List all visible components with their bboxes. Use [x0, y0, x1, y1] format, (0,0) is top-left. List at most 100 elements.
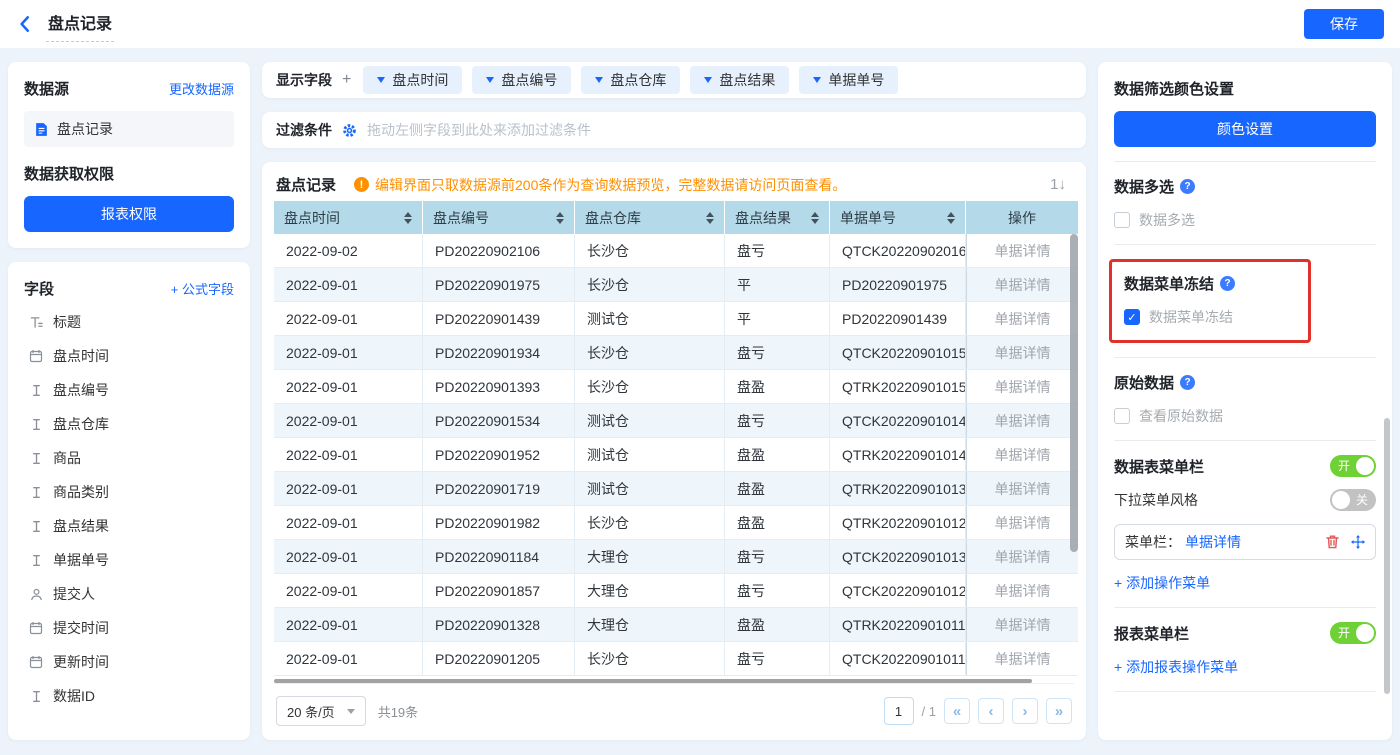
- header-cell-actions[interactable]: 操作: [966, 201, 1078, 234]
- display-field-chip[interactable]: 单据单号: [799, 66, 898, 94]
- table-cell: 测试仓: [575, 302, 725, 335]
- table-cell: PD20220901952: [423, 438, 575, 471]
- row-detail-button[interactable]: 单据详情: [966, 506, 1078, 539]
- row-detail-button[interactable]: 单据详情: [966, 336, 1078, 369]
- row-detail-button[interactable]: 单据详情: [966, 234, 1078, 267]
- row-detail-button[interactable]: 单据详情: [966, 438, 1078, 471]
- add-display-field-button[interactable]: +: [342, 71, 351, 89]
- menu-freeze-checkbox[interactable]: ✓: [1124, 309, 1140, 325]
- first-page-button[interactable]: «: [944, 698, 970, 724]
- row-detail-button[interactable]: 单据详情: [966, 608, 1078, 641]
- header-cell[interactable]: 盘点时间: [274, 201, 423, 234]
- calendar-icon: [28, 349, 44, 363]
- table-menubar-toggle[interactable]: 开: [1330, 455, 1376, 477]
- delete-icon[interactable]: [1326, 535, 1339, 549]
- color-settings-button[interactable]: 颜色设置: [1114, 111, 1376, 147]
- chip-label: 盘点仓库: [610, 70, 666, 90]
- column-label: 盘点结果: [735, 208, 791, 228]
- menu-item-value[interactable]: 单据详情: [1185, 532, 1241, 552]
- sort-icon[interactable]: [947, 212, 955, 224]
- table-row[interactable]: 2022-09-01PD20220901184大理仓盘亏QTCK20220901…: [274, 540, 1078, 574]
- page-number-input[interactable]: 1: [884, 697, 914, 725]
- row-detail-button[interactable]: 单据详情: [966, 302, 1078, 335]
- add-action-menu-link[interactable]: + 添加操作菜单: [1114, 573, 1210, 593]
- table-row[interactable]: 2022-09-01PD20220901205长沙仓盘亏QTCK20220901…: [274, 642, 1078, 676]
- sort-icon[interactable]: [404, 212, 412, 224]
- row-detail-button[interactable]: 单据详情: [966, 642, 1078, 675]
- add-report-action-link[interactable]: + 添加报表操作菜单: [1114, 657, 1238, 677]
- settings-card: 数据筛选颜色设置 颜色设置 数据多选 ? 数据多选 数据菜单冻结 ?: [1098, 62, 1392, 740]
- row-detail-button[interactable]: 单据详情: [966, 404, 1078, 437]
- field-item[interactable]: 盘点仓库: [24, 407, 234, 441]
- next-page-button[interactable]: ›: [1012, 698, 1038, 724]
- back-button[interactable]: [16, 15, 34, 33]
- table-row[interactable]: 2022-09-01PD20220901952测试仓盘盈QTRK20220901…: [274, 438, 1078, 472]
- last-page-button[interactable]: »: [1046, 698, 1072, 724]
- field-item[interactable]: 盘点编号: [24, 373, 234, 407]
- help-icon[interactable]: ?: [1180, 375, 1195, 390]
- raw-data-checkbox[interactable]: [1114, 408, 1130, 424]
- change-datasource-link[interactable]: 更改数据源: [169, 79, 234, 98]
- table-row[interactable]: 2022-09-01PD20220901534测试仓盘亏QTCK20220901…: [274, 404, 1078, 438]
- field-label: 提交时间: [53, 618, 109, 638]
- display-field-chip[interactable]: 盘点仓库: [581, 66, 680, 94]
- help-icon[interactable]: ?: [1220, 276, 1235, 291]
- help-icon[interactable]: ?: [1180, 179, 1195, 194]
- dropdown-style-toggle[interactable]: 关: [1330, 489, 1376, 511]
- table-row[interactable]: 2022-09-01PD20220901393长沙仓盘盈QTRK20220901…: [274, 370, 1078, 404]
- report-permission-button[interactable]: 报表权限: [24, 196, 234, 232]
- table-row[interactable]: 2022-09-01PD20220901328大理仓盘盈QTRK20220901…: [274, 608, 1078, 642]
- text-icon: [28, 554, 44, 567]
- sort-icon[interactable]: [706, 212, 714, 224]
- report-menubar-toggle[interactable]: 开: [1330, 622, 1376, 644]
- field-item[interactable]: 标题: [24, 305, 234, 339]
- header-cell[interactable]: 盘点编号: [423, 201, 575, 234]
- sort-icon[interactable]: [556, 212, 564, 224]
- table-cell: QTRK20220901013: [830, 472, 966, 505]
- table-cell: QTRK20220901012: [830, 506, 966, 539]
- field-item[interactable]: 提交时间: [24, 611, 234, 645]
- header-cell[interactable]: 单据单号: [830, 201, 966, 234]
- table-row[interactable]: 2022-09-01PD20220901857大理仓盘亏QTCK20220901…: [274, 574, 1078, 608]
- panel-scrollbar[interactable]: [1384, 418, 1390, 694]
- prev-page-button[interactable]: ‹: [978, 698, 1004, 724]
- field-item[interactable]: 商品: [24, 441, 234, 475]
- datasource-item-label: 盘点记录: [57, 119, 113, 139]
- table-row[interactable]: 2022-09-01PD20220901982长沙仓盘盈QTRK20220901…: [274, 506, 1078, 540]
- row-detail-button[interactable]: 单据详情: [966, 540, 1078, 573]
- table-row[interactable]: 2022-09-01PD20220901719测试仓盘盈QTRK20220901…: [274, 472, 1078, 506]
- row-detail-button[interactable]: 单据详情: [966, 370, 1078, 403]
- table-vertical-scrollbar[interactable]: [1070, 234, 1078, 552]
- table-cell: QTCK20220901012: [830, 574, 966, 607]
- sort-order-icon[interactable]: 1↓: [1044, 174, 1072, 195]
- table-row[interactable]: 2022-09-01PD20220901975长沙仓平PD20220901975…: [274, 268, 1078, 302]
- save-button[interactable]: 保存: [1304, 9, 1384, 39]
- field-item[interactable]: 数据ID: [24, 679, 234, 713]
- field-item[interactable]: 更新时间: [24, 645, 234, 679]
- display-field-chip[interactable]: 盘点结果: [690, 66, 789, 94]
- row-detail-button[interactable]: 单据详情: [966, 574, 1078, 607]
- display-field-chip[interactable]: 盘点时间: [363, 66, 462, 94]
- row-detail-button[interactable]: 单据详情: [966, 268, 1078, 301]
- field-item[interactable]: 单据单号: [24, 543, 234, 577]
- move-icon[interactable]: [1351, 535, 1365, 549]
- row-detail-button[interactable]: 单据详情: [966, 472, 1078, 505]
- formula-field-link[interactable]: + 公式字段: [171, 279, 234, 298]
- header-cell[interactable]: 盘点仓库: [575, 201, 725, 234]
- field-item[interactable]: 盘点结果: [24, 509, 234, 543]
- page-size-select[interactable]: 20 条/页: [276, 696, 366, 726]
- field-item[interactable]: 盘点时间: [24, 339, 234, 373]
- field-item[interactable]: 商品类别: [24, 475, 234, 509]
- divider: [1114, 607, 1376, 608]
- display-field-chip[interactable]: 盘点编号: [472, 66, 571, 94]
- table-row[interactable]: 2022-09-01PD20220901439测试仓平PD20220901439…: [274, 302, 1078, 336]
- table-notice-text: 编辑界面只取数据源前200条作为查询数据预览，完整数据请访问页面查看。: [375, 175, 846, 195]
- table-row[interactable]: 2022-09-01PD20220901934长沙仓盘亏QTCK20220901…: [274, 336, 1078, 370]
- field-item[interactable]: 提交人: [24, 577, 234, 611]
- table-row[interactable]: 2022-09-02PD20220902106长沙仓盘亏QTCK20220902…: [274, 234, 1078, 268]
- multi-select-checkbox[interactable]: [1114, 212, 1130, 228]
- sort-icon[interactable]: [811, 212, 819, 224]
- gear-icon[interactable]: [342, 123, 357, 138]
- datasource-item[interactable]: 盘点记录: [24, 111, 234, 147]
- header-cell[interactable]: 盘点结果: [725, 201, 830, 234]
